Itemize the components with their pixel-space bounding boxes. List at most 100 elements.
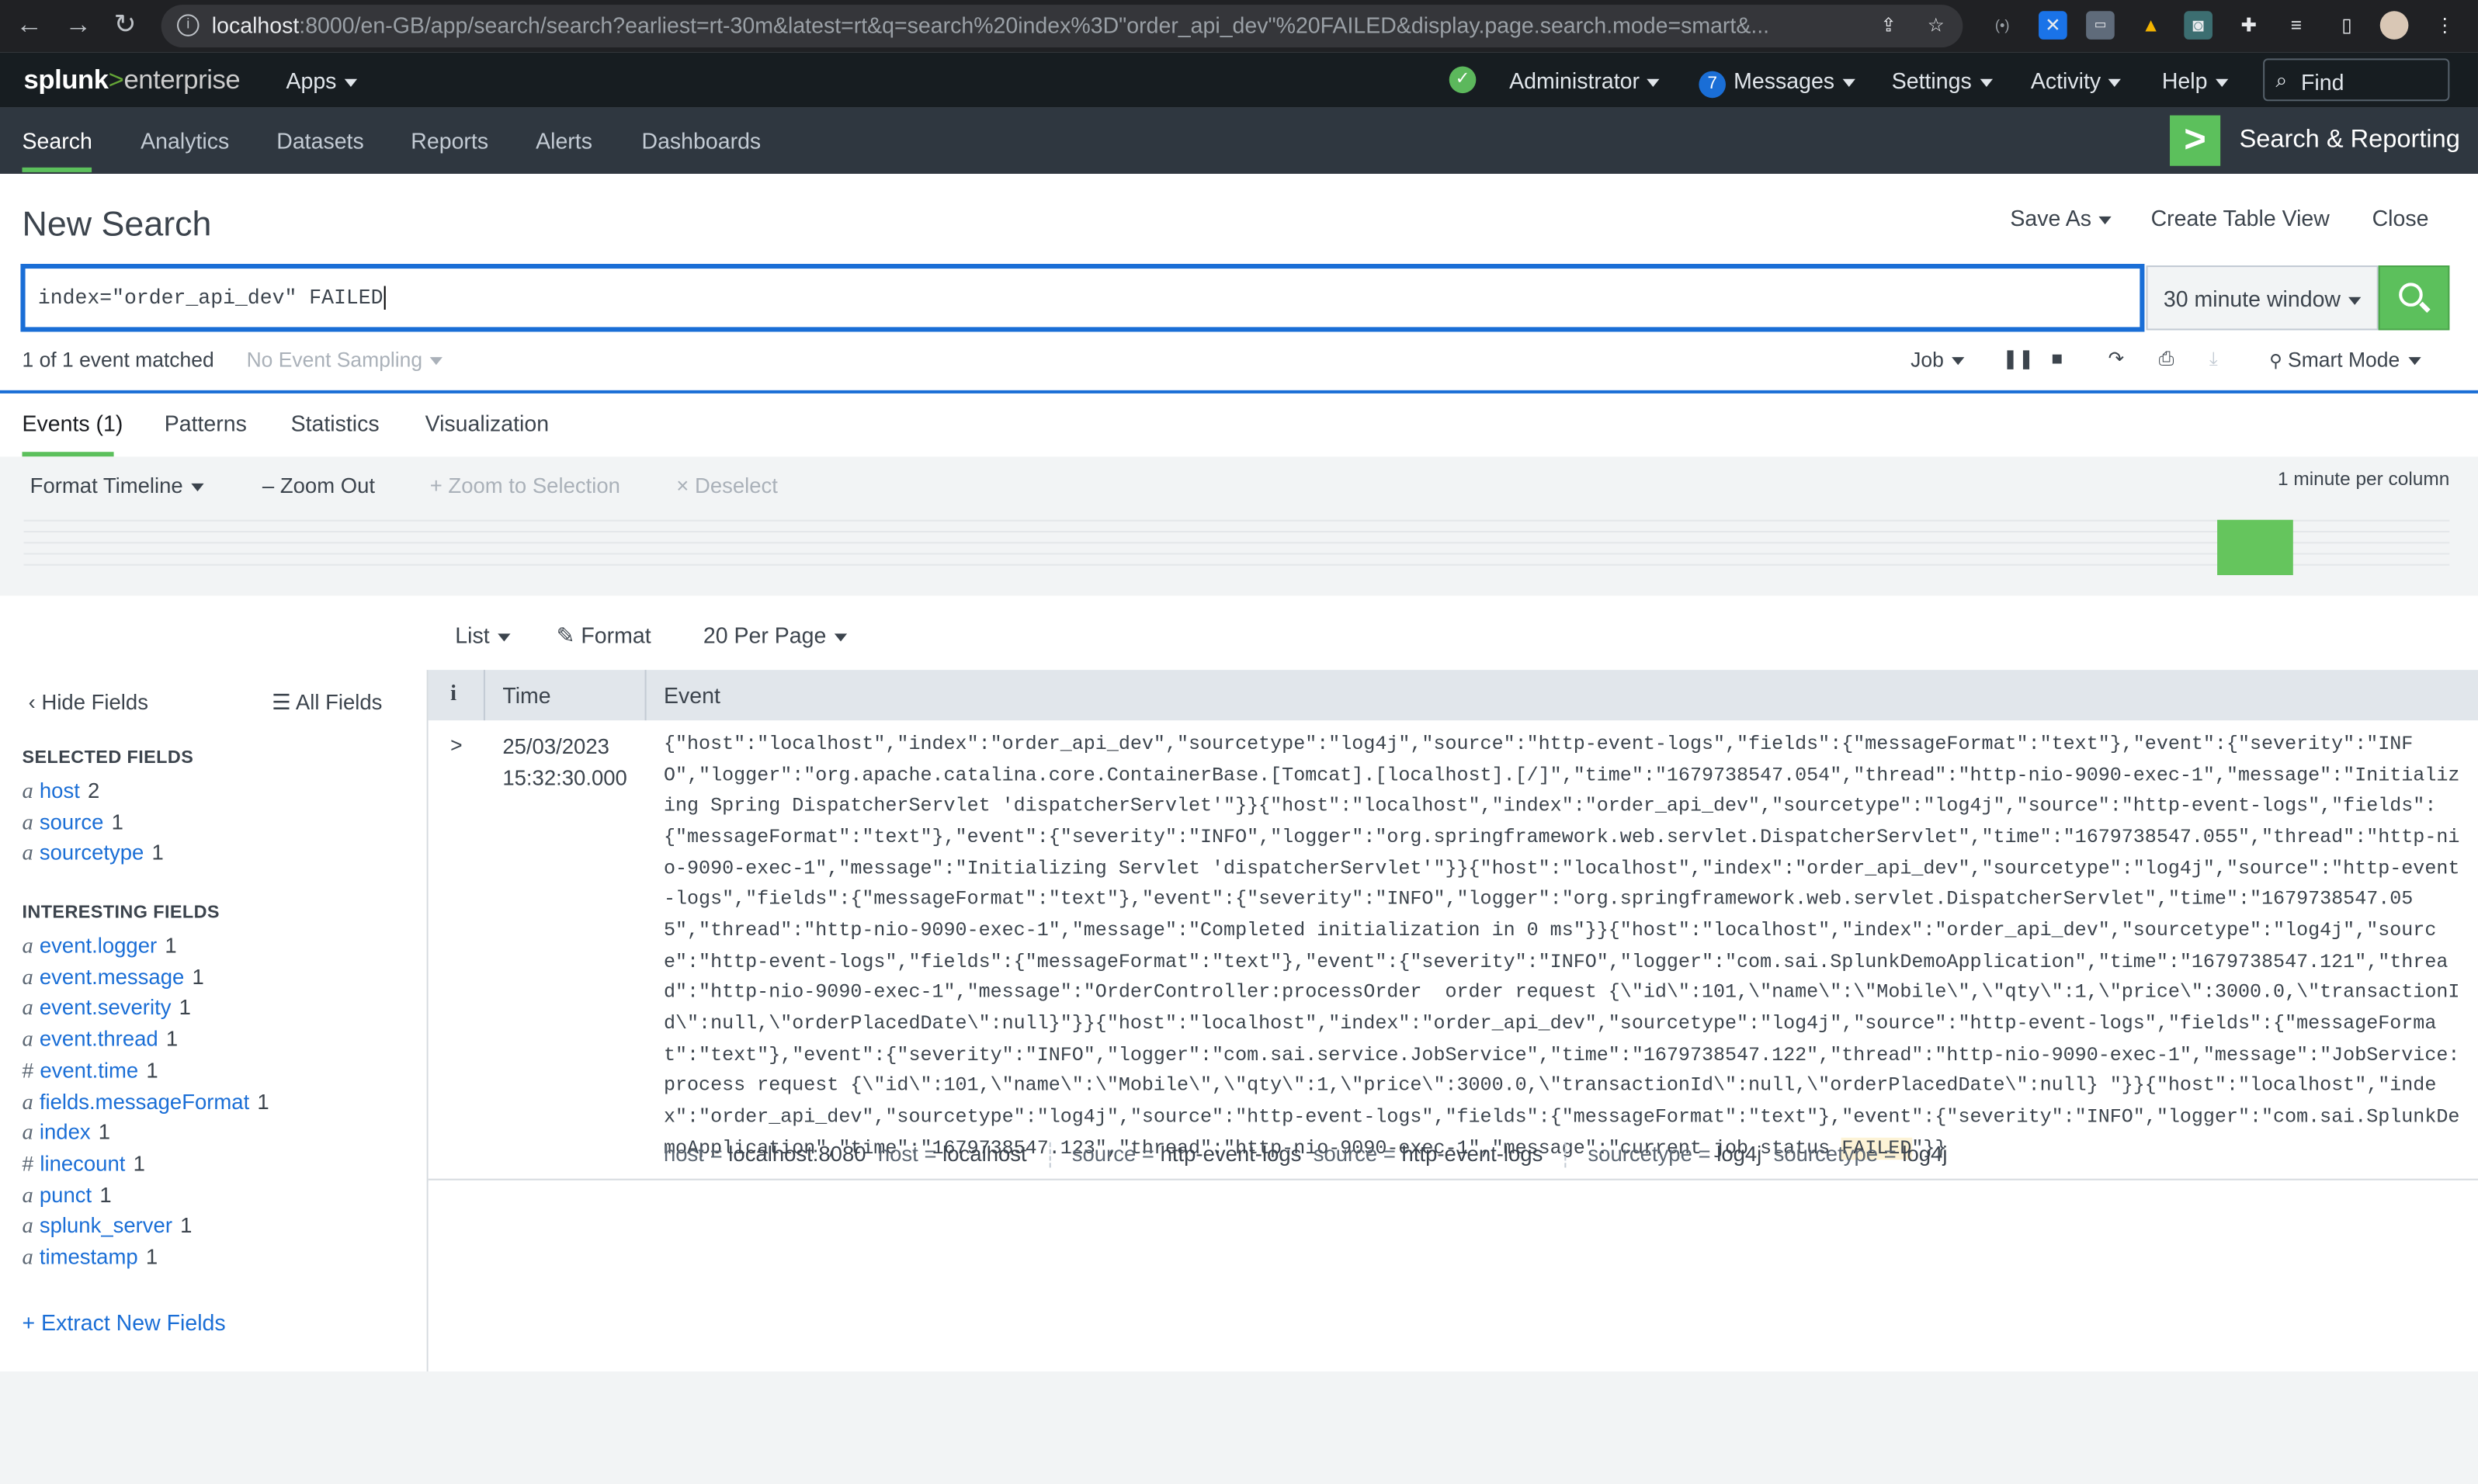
find-input[interactable]: ⌕ Find <box>2263 58 2450 102</box>
field-value[interactable]: log4j <box>1716 1142 1761 1167</box>
settings-menu[interactable]: Settings <box>1892 68 1992 94</box>
field-name[interactable]: splunk_server <box>40 1214 172 1238</box>
user-menu[interactable]: Administrator <box>1509 68 1660 94</box>
event-time[interactable]: 25/03/2023 15:32:30.000 <box>502 732 626 795</box>
zoom-to-selection-button[interactable]: + Zoom to Selection <box>430 474 620 498</box>
chevron-right-icon[interactable]: > <box>450 733 462 758</box>
kebab-menu-icon[interactable]: ⋮ <box>2431 11 2459 40</box>
field-value[interactable]: http-event-logs <box>1402 1142 1543 1167</box>
job-menu[interactable]: Job <box>1911 348 1964 372</box>
extension-icon[interactable]: (•) <box>1988 11 2017 40</box>
field-list-item[interactable]: a splunk_server 1 <box>22 1214 192 1241</box>
field-value[interactable]: log4j <box>1902 1142 1947 1167</box>
field-list-item[interactable]: a event.thread 1 <box>22 1027 178 1054</box>
url-text[interactable]: localhost:8000/en-GB/app/search/search?e… <box>212 12 1855 38</box>
field-name[interactable]: fields.messageFormat <box>40 1090 249 1114</box>
zoom-out-button[interactable]: – Zoom Out <box>262 474 375 498</box>
field-list-item[interactable]: # linecount 1 <box>22 1152 144 1176</box>
field-value[interactable]: localhost:8080 <box>728 1142 866 1167</box>
extract-new-fields-link[interactable]: + Extract New Fields <box>22 1310 225 1336</box>
puzzle-icon[interactable]: ✚ <box>2234 11 2263 40</box>
time-range-picker[interactable]: 30 minute window <box>2146 265 2379 331</box>
field-list-item[interactable]: a sourcetype 1 <box>22 841 163 869</box>
run-search-button[interactable] <box>2378 265 2450 331</box>
timeline-bar[interactable] <box>2217 519 2293 575</box>
hide-fields-button[interactable]: ‹ Hide Fields <box>29 691 148 715</box>
apps-menu[interactable]: Apps <box>286 68 356 94</box>
field-name[interactable]: timestamp <box>40 1245 138 1269</box>
address-bar[interactable]: i localhost:8000/en-GB/app/search/search… <box>161 5 1963 48</box>
share-icon[interactable]: ⇪ <box>1874 11 1903 40</box>
event-sampling-dropdown[interactable]: No Event Sampling <box>247 348 443 372</box>
tab-alerts[interactable]: Alerts <box>536 128 592 154</box>
tab-statistics[interactable]: Statistics <box>291 411 380 436</box>
field-name[interactable]: source <box>40 810 104 834</box>
profile-avatar[interactable] <box>2379 11 2409 40</box>
field-name[interactable]: index <box>40 1121 91 1145</box>
help-menu[interactable]: Help <box>2162 68 2228 94</box>
stop-icon[interactable]: ■ <box>2051 348 2063 369</box>
format-button[interactable]: ✎ Format <box>557 622 651 650</box>
field-list-item[interactable]: a host 2 <box>22 779 99 806</box>
save-as-button[interactable]: Save As <box>2010 206 2112 231</box>
field-list-item[interactable]: a event.severity 1 <box>22 996 190 1023</box>
list-view-dropdown[interactable]: List <box>455 622 510 648</box>
field-name[interactable]: punct <box>40 1183 92 1207</box>
pause-icon[interactable]: ❚❚ <box>2002 348 2034 369</box>
extension-icon[interactable]: ◙ <box>2184 11 2212 40</box>
forward-icon[interactable]: → <box>64 10 92 40</box>
reading-list-icon[interactable]: ≡ <box>2282 11 2311 40</box>
extension-icon[interactable]: ▭ <box>2086 11 2115 40</box>
time-column-header[interactable]: Time <box>502 682 550 708</box>
field-name[interactable]: event.time <box>40 1059 138 1083</box>
side-panel-icon[interactable]: ▯ <box>2333 11 2362 40</box>
create-table-view-button[interactable]: Create Table View <box>2151 206 2330 231</box>
print-icon[interactable]: ⎙ <box>2159 348 2174 372</box>
extension-icon[interactable]: ▲ <box>2136 11 2165 40</box>
tab-datasets[interactable]: Datasets <box>276 128 363 154</box>
field-name[interactable]: event.severity <box>40 996 172 1020</box>
info-icon[interactable]: i <box>176 14 200 36</box>
tab-events[interactable]: Events (1) <box>22 411 123 436</box>
search-query-input[interactable]: index="order_api_dev" FAILED <box>20 263 2145 332</box>
tab-dashboards[interactable]: Dashboards <box>641 128 761 154</box>
tab-patterns[interactable]: Patterns <box>165 411 247 436</box>
field-list-item[interactable]: a source 1 <box>22 810 123 837</box>
field-name[interactable]: sourcetype <box>40 841 144 865</box>
app-name[interactable]: Search & Reporting <box>2240 127 2460 155</box>
field-list-item[interactable]: a event.message 1 <box>22 965 203 992</box>
field-name[interactable]: linecount <box>40 1152 125 1176</box>
event-raw-text[interactable]: {"host":"localhost","index":"order_api_d… <box>664 730 2462 1164</box>
field-name[interactable]: event.thread <box>40 1027 158 1051</box>
search-mode-dropdown[interactable]: ⚲ Smart Mode <box>2269 348 2420 372</box>
splunk-logo[interactable]: splunk>enterprise <box>24 64 241 96</box>
field-list-item[interactable]: a event.logger 1 <box>22 934 176 961</box>
format-timeline-dropdown[interactable]: Format Timeline <box>30 474 203 498</box>
back-icon[interactable]: ← <box>16 10 43 40</box>
event-column-header[interactable]: Event <box>664 682 720 708</box>
tab-visualization[interactable]: Visualization <box>425 411 550 436</box>
reload-icon[interactable]: ↻ <box>114 10 137 40</box>
health-ok-icon[interactable]: ✓ <box>1449 66 1477 94</box>
tab-reports[interactable]: Reports <box>411 128 488 154</box>
field-value[interactable]: localhost <box>942 1142 1026 1167</box>
share-icon[interactable]: ↷ <box>2108 348 2124 369</box>
field-value[interactable]: http-event-logs <box>1161 1142 1302 1167</box>
field-name[interactable]: host <box>40 779 80 803</box>
field-name[interactable]: event.message <box>40 965 184 989</box>
field-name[interactable]: event.logger <box>40 934 157 958</box>
bookmark-star-icon[interactable]: ☆ <box>1921 11 1950 40</box>
field-list-item[interactable]: a timestamp 1 <box>22 1245 158 1272</box>
activity-menu[interactable]: Activity <box>2031 68 2122 94</box>
messages-menu[interactable]: 7 Messages <box>1699 68 1855 99</box>
field-list-item[interactable]: a punct 1 <box>22 1183 111 1210</box>
deselect-button[interactable]: × Deselect <box>676 474 778 498</box>
all-fields-button[interactable]: ☰ All Fields <box>272 691 382 716</box>
timeline-chart[interactable] <box>23 519 2450 575</box>
per-page-dropdown[interactable]: 20 Per Page <box>703 622 847 648</box>
field-list-item[interactable]: a index 1 <box>22 1121 110 1148</box>
export-icon[interactable]: ⤓ <box>2209 348 2218 372</box>
tab-analytics[interactable]: Analytics <box>141 128 229 154</box>
field-list-item[interactable]: a fields.messageFormat 1 <box>22 1090 269 1117</box>
tab-search[interactable]: Search <box>22 128 92 154</box>
